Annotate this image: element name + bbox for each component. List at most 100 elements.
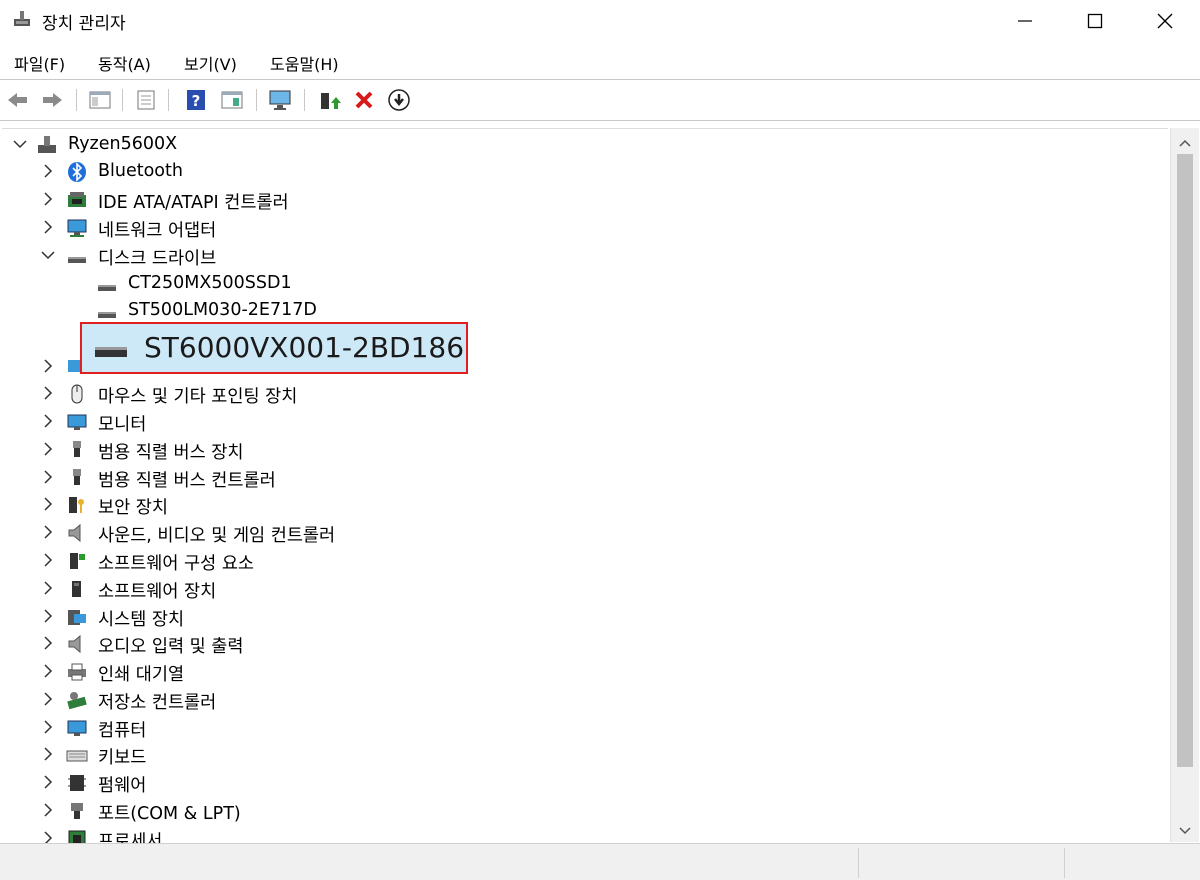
menu-action[interactable]: 동작(A) [98,51,151,75]
chevron-right-icon[interactable] [38,494,58,514]
tree-node-bluetooth[interactable]: Bluetooth [2,158,1168,184]
tree-node-mouse[interactable]: 마우스 및 기타 포인팅 장치 [2,380,1168,407]
vertical-scrollbar[interactable] [1170,128,1199,842]
show-hide-console-tree-icon[interactable] [88,87,112,113]
maximize-button[interactable] [1060,0,1130,42]
port-icon [66,800,88,822]
monitor-icon[interactable] [268,87,292,113]
chevron-right-icon[interactable] [38,633,58,653]
chevron-right-icon[interactable] [38,800,58,820]
network-adapter-icon [66,217,88,239]
processor-icon [66,828,88,843]
chevron-down-icon[interactable] [10,134,30,154]
tree-node-label: 보안 장치 [98,498,168,518]
menu-divider [0,79,1200,80]
tree-node-software-components[interactable]: 소프트웨어 구성 요소 [2,547,1168,574]
tree-node-audio-io[interactable]: 오디오 입력 및 출력 [2,630,1168,657]
tree-node-ide-controller[interactable]: IDE ATA/ATAPI 컨트롤러 [2,186,1168,213]
chevron-right-icon[interactable] [38,189,58,209]
tree-root[interactable]: Ryzen5600X [2,131,1168,157]
tree-node-computer[interactable]: 컴퓨터 [2,714,1168,741]
ide-controller-icon [66,189,88,211]
maximize-icon [1087,13,1103,29]
scrollbar-thumb[interactable] [1177,154,1193,767]
chevron-right-icon[interactable] [38,356,58,376]
disk-drive-icon [94,338,128,364]
download-icon[interactable] [387,87,411,113]
tree-node-software-devices[interactable]: 소프트웨어 장치 [2,575,1168,602]
tree-node-security[interactable]: 보안 장치 [2,491,1168,518]
tree-node-label: 오디오 입력 및 출력 [98,637,244,657]
tree-node-ports[interactable]: 포트(COM & LPT) [2,797,1168,824]
tree-node-sound[interactable]: 사운드, 비디오 및 게임 컨트롤러 [2,519,1168,546]
toolbar: ? [0,82,1200,118]
tree-node-print-queues[interactable]: 인쇄 대기열 [2,658,1168,685]
tree-node-keyboard[interactable]: 키보드 [2,741,1168,768]
chevron-right-icon[interactable] [38,828,58,843]
disk-drive-item[interactable]: CT250MX500SSD1 [2,270,1168,296]
tree-node-usb-controllers[interactable]: 범용 직렬 버스 컨트롤러 [2,464,1168,491]
disk-drive-icon [96,300,118,322]
forward-icon[interactable] [40,87,64,113]
chevron-right-icon[interactable] [38,606,58,626]
tree-node-label: 사운드, 비디오 및 게임 컨트롤러 [98,526,336,546]
toolbar-separator [304,89,305,111]
chevron-right-icon[interactable] [38,772,58,792]
chevron-right-icon[interactable] [38,522,58,542]
speaker-icon [66,522,88,544]
chevron-right-icon[interactable] [38,717,58,737]
toolbar-separator [168,89,169,111]
close-button[interactable] [1130,0,1200,42]
close-icon [1157,13,1173,29]
chevron-right-icon[interactable] [38,467,58,487]
disk-drive-item[interactable]: ST500LM030-2E717D [2,297,1168,323]
help-icon[interactable]: ? [184,87,208,113]
tree-node-usb-devices[interactable]: 범용 직렬 버스 장치 [2,436,1168,463]
tree-node-label: 소프트웨어 구성 요소 [98,554,255,574]
properties-icon[interactable] [134,87,158,113]
tree-node-network-adapter[interactable]: 네트워크 어댑터 [2,214,1168,241]
disk-drive-icon [66,245,88,267]
chevron-right-icon[interactable] [38,217,58,237]
tree-node-label: 범용 직렬 버스 컨트롤러 [98,471,276,491]
chevron-right-icon[interactable] [38,689,58,709]
toolbar-separator [76,89,77,111]
computer-icon [66,717,88,739]
chevron-right-icon[interactable] [38,744,58,764]
tree-node-firmware[interactable]: 펌웨어 [2,769,1168,796]
chevron-down-icon[interactable] [38,245,58,265]
menu-view[interactable]: 보기(V) [184,51,237,75]
chevron-right-icon[interactable] [38,411,58,431]
back-icon[interactable] [6,87,30,113]
tree-node-storage-controllers[interactable]: 저장소 컨트롤러 [2,686,1168,713]
chevron-right-icon[interactable] [38,383,58,403]
tree-node-label: IDE ATA/ATAPI 컨트롤러 [98,193,289,213]
menu-help[interactable]: 도움말(H) [270,51,339,75]
minimize-icon [1018,20,1032,22]
tree-node-label: 마우스 및 기타 포인팅 장치 [98,387,298,407]
tree-node-monitor[interactable]: 모니터 [2,408,1168,435]
chevron-right-icon[interactable] [38,439,58,459]
keyboard-icon [66,744,88,766]
selected-disk-drive-highlight[interactable]: ST6000VX001-2BD186 [80,322,468,374]
printer-icon [66,661,88,683]
tree-node-label: 인쇄 대기열 [98,665,185,685]
chevron-right-icon[interactable] [38,661,58,681]
chevron-right-icon[interactable] [38,578,58,598]
chevron-right-icon[interactable] [38,161,58,181]
uninstall-icon[interactable] [352,87,376,113]
menu-file[interactable]: 파일(F) [14,51,65,75]
tree-node-disk-drives[interactable]: 디스크 드라이브 [2,242,1168,269]
scroll-up-icon[interactable] [1177,134,1193,153]
action-pane-icon[interactable] [220,87,244,113]
status-divider [858,848,859,878]
scroll-down-icon[interactable] [1177,822,1193,841]
chevron-right-icon[interactable] [38,550,58,570]
minimize-button[interactable] [990,0,1060,42]
tree-node-label: 프로세서 [98,832,163,843]
tree-node-system-devices[interactable]: 시스템 장치 [2,603,1168,630]
tree-node-label: Bluetooth [98,161,183,181]
tree-node-processors[interactable]: 프로세서 [2,825,1168,843]
storage-controller-icon [66,689,88,711]
update-driver-icon[interactable] [318,87,342,113]
